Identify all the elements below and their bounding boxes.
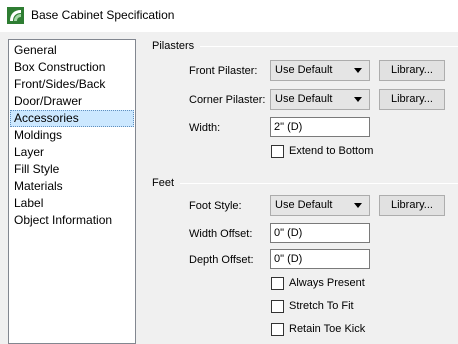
sidebar-item-layer[interactable]: Layer [10,144,134,161]
corner-pilaster-value: Use Default [275,93,333,105]
sidebar-item-front-sides-back[interactable]: Front/Sides/Back [10,76,134,93]
stretch-to-fit-label: Stretch To Fit [289,300,354,312]
sidebar-item-object-information[interactable]: Object Information [10,212,134,229]
sidebar-item-fill-style[interactable]: Fill Style [10,161,134,178]
extend-to-bottom-label: Extend to Bottom [289,145,374,157]
sidebar-item-materials[interactable]: Materials [10,178,134,195]
pilaster-width-input[interactable]: 2" (D) [270,117,370,137]
chevron-down-icon [354,97,362,102]
foot-style-library-button[interactable]: Library... [379,195,445,216]
front-pilaster-value: Use Default [275,64,333,76]
pilasters-divider [200,46,458,47]
feet-divider [180,183,458,184]
chief-architect-app-icon [7,7,24,24]
depth-offset-label: Depth Offset: [189,254,254,266]
foot-style-select[interactable]: Use Default [270,195,370,216]
extend-to-bottom-checkbox[interactable] [271,145,284,158]
always-present-checkbox-row[interactable]: Always Present [271,277,371,291]
chevron-down-icon [354,68,362,73]
window-title: Base Cabinet Specification [31,8,175,22]
retain-toe-kick-label: Retain Toe Kick [289,323,366,335]
chevron-down-icon [354,203,362,208]
sidebar-item-moldings[interactable]: Moldings [10,127,134,144]
width-offset-label: Width Offset: [189,228,253,240]
corner-pilaster-library-button[interactable]: Library... [379,89,445,110]
depth-offset-input[interactable]: 0" (D) [270,249,370,269]
pilasters-group-label: Pilasters [152,40,195,52]
corner-pilaster-label: Corner Pilaster: [189,94,266,106]
corner-pilaster-select[interactable]: Use Default [270,89,370,110]
front-pilaster-library-button[interactable]: Library... [379,60,445,81]
sidebar-item-label[interactable]: Label [10,195,134,212]
stretch-to-fit-checkbox[interactable] [271,300,284,313]
category-list[interactable]: General Box Construction Front/Sides/Bac… [8,39,136,344]
stretch-to-fit-checkbox-row[interactable]: Stretch To Fit [271,300,371,314]
foot-style-label: Foot Style: [189,200,242,212]
foot-style-value: Use Default [275,199,333,211]
sidebar-item-box-construction[interactable]: Box Construction [10,59,134,76]
feet-group-label: Feet [152,177,175,189]
retain-toe-kick-checkbox[interactable] [271,323,284,336]
retain-toe-kick-checkbox-row[interactable]: Retain Toe Kick [271,323,371,337]
sidebar-item-door-drawer[interactable]: Door/Drawer [10,93,134,110]
always-present-checkbox[interactable] [271,277,284,290]
width-offset-input[interactable]: 0" (D) [270,223,370,243]
always-present-label: Always Present [289,277,365,289]
sidebar-item-general[interactable]: General [10,42,134,59]
extend-to-bottom-checkbox-row[interactable]: Extend to Bottom [271,145,381,159]
pilaster-width-label: Width: [189,122,221,134]
sidebar-item-accessories[interactable]: Accessories [10,110,134,127]
front-pilaster-label: Front Pilaster: [189,65,258,77]
title-bar: Base Cabinet Specification [0,0,458,32]
front-pilaster-select[interactable]: Use Default [270,60,370,81]
